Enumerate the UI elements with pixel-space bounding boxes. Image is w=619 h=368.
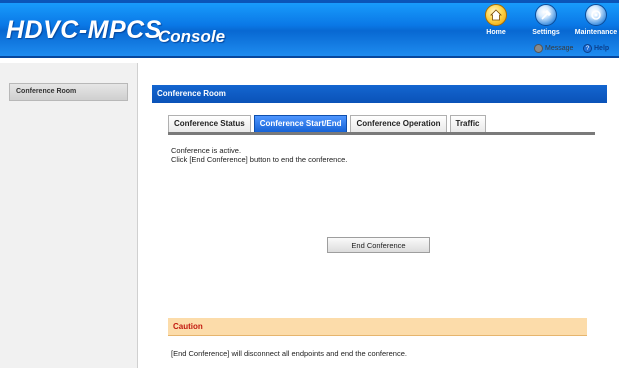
nav-maintenance-label: Maintenance <box>574 29 618 36</box>
nav-settings-label: Settings <box>532 29 560 36</box>
help-icon: ? <box>583 43 592 53</box>
maintenance-icon <box>585 4 607 26</box>
caution-message: [End Conference] will disconnect all end… <box>171 349 407 358</box>
sidebar-item-conference-room[interactable]: Conference Room <box>9 83 128 101</box>
instruction-message: Click [End Conference] button to end the… <box>171 155 348 164</box>
tab-bar: Conference Status Conference Start/End C… <box>168 115 486 132</box>
product-logo: HDVC-MPCS <box>6 16 162 44</box>
nav-home-label: Home <box>486 29 506 36</box>
nav-settings[interactable]: Settings <box>524 4 568 36</box>
tab-underline <box>168 132 595 135</box>
message-icon <box>534 43 543 53</box>
tab-conference-start-end[interactable]: Conference Start/End <box>253 115 348 132</box>
help-link[interactable]: ? Help <box>583 41 609 55</box>
sidebar: Conference Room <box>0 63 138 368</box>
app-header: HDVC-MPCS Console Home Settings Maintena… <box>0 0 619 58</box>
help-link-label: Help <box>594 44 610 52</box>
nav-maintenance[interactable]: Maintenance <box>574 4 618 36</box>
status-message: Conference is active. <box>171 146 242 155</box>
tab-traffic[interactable]: Traffic <box>449 115 486 132</box>
caution-header: Caution <box>168 318 587 336</box>
section-title: Conference Room <box>152 85 607 103</box>
nav-home[interactable]: Home <box>474 4 518 36</box>
home-icon <box>485 4 507 26</box>
header-top-stripe <box>0 0 619 3</box>
message-link[interactable]: Message <box>534 41 573 55</box>
settings-icon <box>535 4 557 26</box>
tab-conference-status[interactable]: Conference Status <box>168 115 251 132</box>
tab-conference-operation[interactable]: Conference Operation <box>350 115 447 132</box>
page-title: Console <box>158 27 226 46</box>
end-conference-button[interactable]: End Conference <box>327 237 430 253</box>
message-link-label: Message <box>545 44 574 52</box>
